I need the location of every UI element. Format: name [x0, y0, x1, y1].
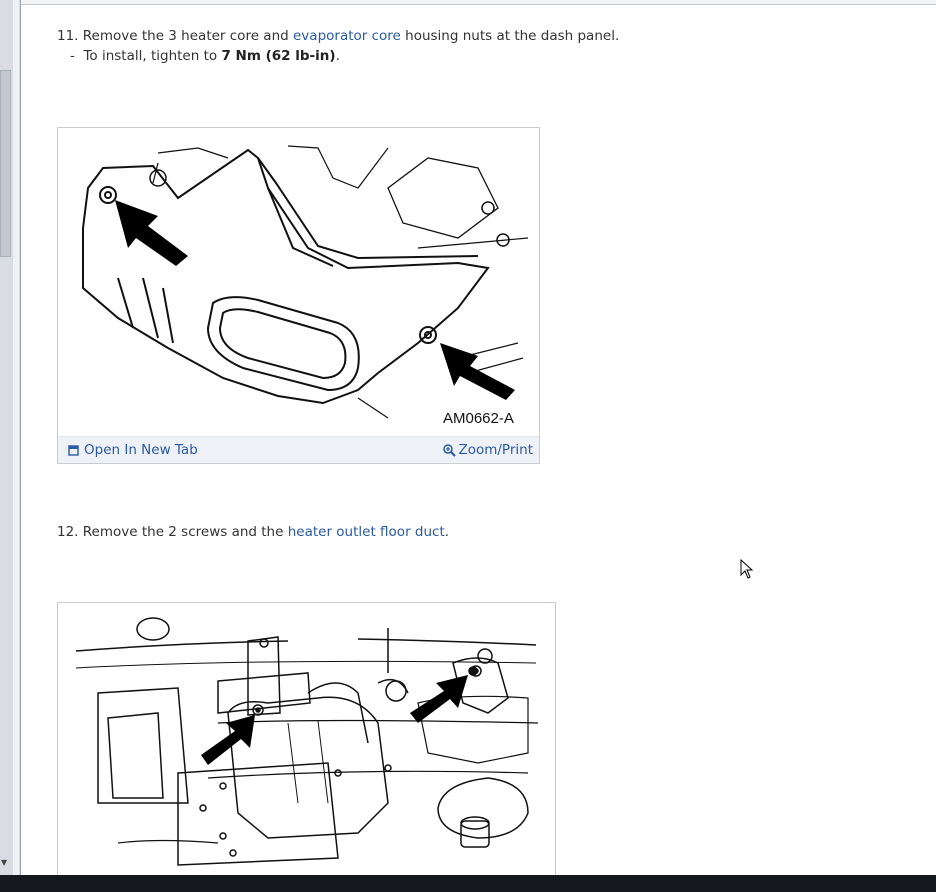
evaporator-core-link[interactable]: evaporator core: [293, 28, 401, 44]
mouse-cursor-icon: [740, 559, 754, 579]
step-text-end: housing nuts at the dash panel.: [405, 28, 620, 44]
open-in-new-tab-icon: [68, 444, 79, 456]
step-text: Remove the 2 screws and the: [82, 524, 284, 540]
figure-footer: Open In New Tab Zoom/Print: [58, 436, 539, 463]
step-text: Remove the 3 heater core and: [82, 28, 289, 44]
step-11-text: 11. Remove the 3 heater core and evapora…: [57, 28, 619, 44]
figure-label: AM0662-A: [443, 410, 514, 427]
period: .: [335, 48, 340, 64]
zoom-print-label: Zoom/Print: [458, 442, 533, 458]
top-window-frame: [21, 0, 936, 5]
zoom-print-link[interactable]: Zoom/Print: [443, 442, 533, 458]
torque-spec: 7 Nm (62 lb-in): [221, 48, 336, 64]
floor-duct-diagram: [75, 617, 539, 866]
zoom-icon: [443, 443, 457, 457]
heater-outlet-floor-duct-link[interactable]: heater outlet floor duct: [288, 524, 445, 540]
open-in-new-tab-link[interactable]: Open In New Tab: [68, 442, 198, 458]
bullet-dash: -: [70, 48, 75, 64]
step-text-end: .: [444, 524, 450, 540]
open-in-new-tab-label: Open In New Tab: [84, 442, 198, 458]
figure-step-12: [57, 602, 556, 892]
step-number: 12.: [57, 524, 79, 540]
step-12-text: 12. Remove the 2 screws and the heater o…: [57, 524, 449, 540]
step-11-install-note: - To install, tighten to 7 Nm (62 lb-in)…: [70, 48, 340, 64]
scroll-down-icon[interactable]: ▼: [1, 858, 7, 867]
heater-core-housing-diagram: AM0662-A: [82, 145, 529, 427]
step-number: 11.: [57, 28, 79, 44]
scrollbar-thumb[interactable]: [0, 70, 11, 257]
frame-edge: [13, 0, 19, 875]
taskbar: [0, 875, 936, 892]
left-window-frame: ▼: [0, 0, 21, 875]
figure-step-11: AM0662-A Open In New Tab Zoom/Print: [57, 127, 540, 464]
install-text: To install, tighten to: [83, 48, 218, 64]
